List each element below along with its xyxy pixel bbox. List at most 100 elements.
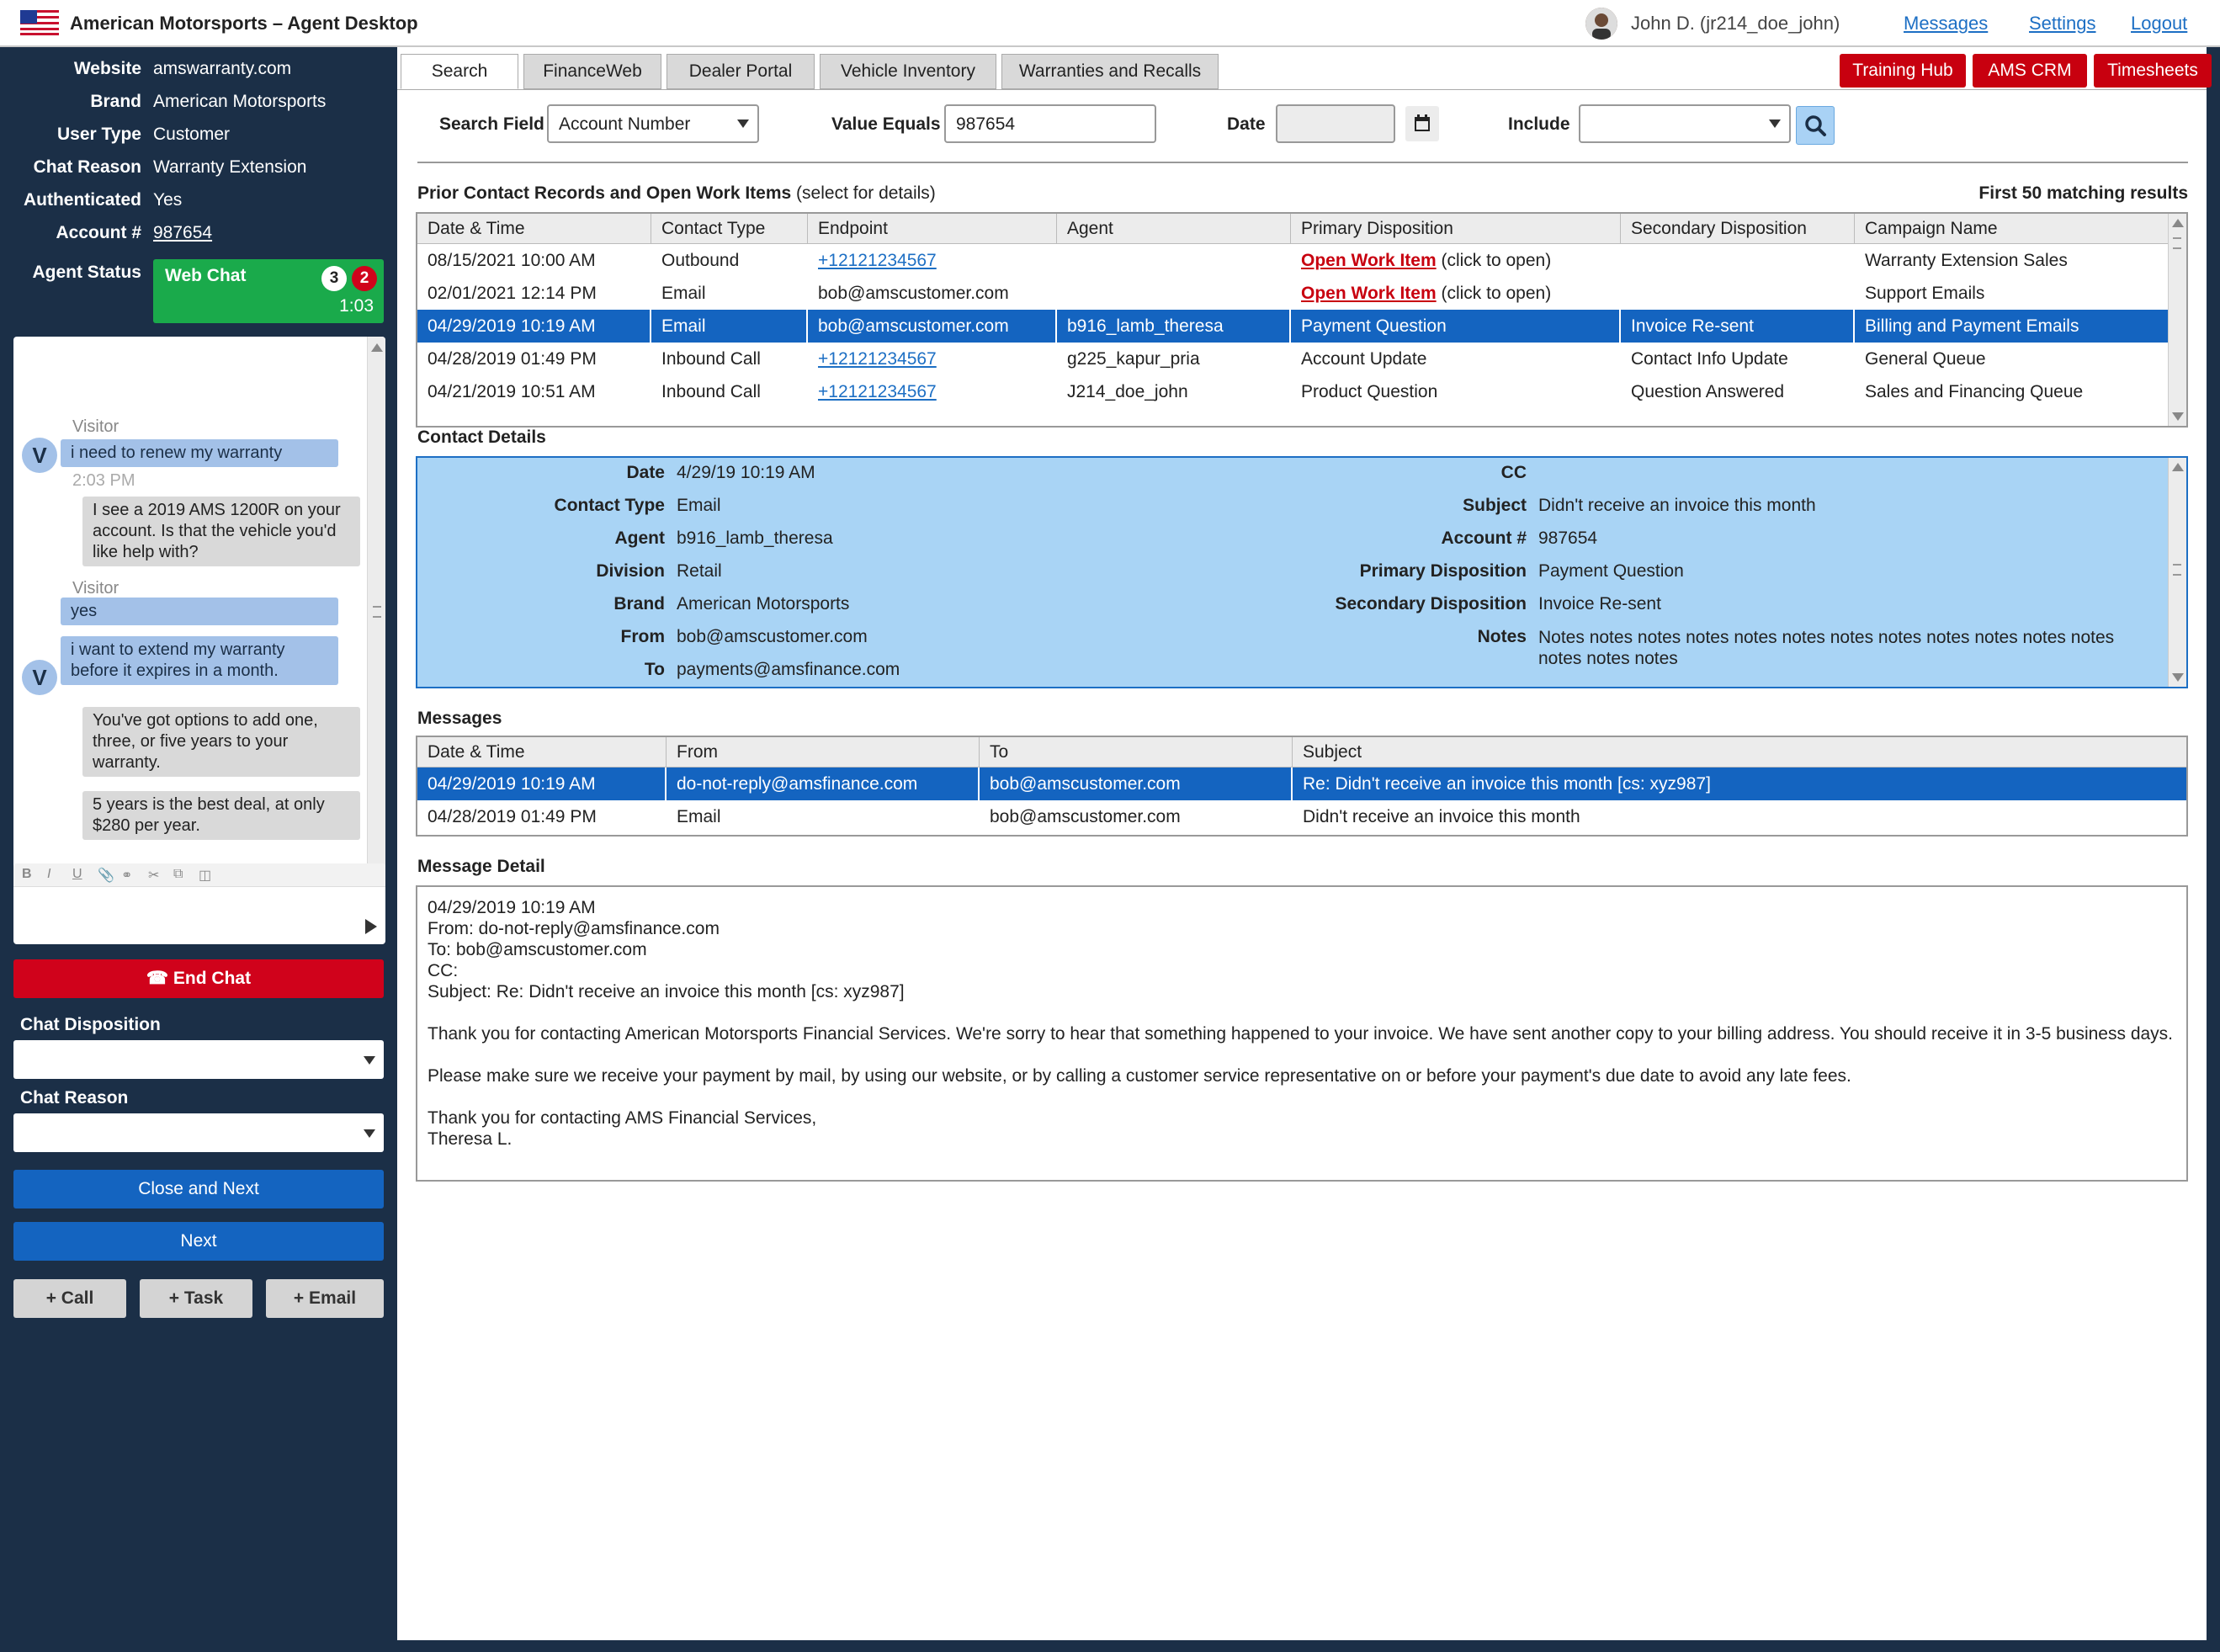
- scroll-down-icon[interactable]: [2172, 412, 2184, 421]
- campaign-cell: Warranty Extension Sales: [1865, 251, 2068, 270]
- cut-icon[interactable]: ✂: [148, 867, 159, 884]
- end-chat-button[interactable]: ☎ End Chat: [13, 959, 384, 998]
- date-input[interactable]: [1276, 104, 1395, 143]
- agent-cell: J214_doe_john: [1067, 382, 1188, 401]
- column-header[interactable]: To: [980, 737, 1293, 768]
- copy-icon[interactable]: ⧉: [173, 867, 183, 882]
- header-cc: CC:: [428, 961, 459, 980]
- chevron-down-icon: [737, 120, 749, 128]
- tab-warranties-and-recalls[interactable]: Warranties and Recalls: [1001, 54, 1219, 89]
- chevron-down-icon: [364, 1056, 375, 1065]
- records-scrollbar[interactable]: [2168, 214, 2186, 426]
- chat-scrollbar[interactable]: [367, 337, 385, 899]
- date-cell: 04/29/2019 10:19 AM: [417, 768, 667, 800]
- column-header[interactable]: Agent: [1057, 214, 1291, 244]
- tab-dealer-portal[interactable]: Dealer Portal: [667, 54, 815, 89]
- column-header[interactable]: Subject: [1293, 737, 2186, 768]
- attach-icon[interactable]: 📎: [98, 867, 114, 884]
- underline-icon[interactable]: U: [72, 867, 82, 882]
- scroll-thumb[interactable]: [373, 606, 381, 618]
- scroll-thumb[interactable]: [2173, 564, 2181, 576]
- table-row[interactable]: 04/21/2019 10:51 AM Inbound Call +121212…: [417, 375, 2168, 408]
- chat-transcript[interactable]: Visitor V i need to renew my warranty 2:…: [13, 337, 385, 899]
- paste-icon[interactable]: ◫: [199, 867, 211, 884]
- column-header[interactable]: Date & Time: [417, 737, 667, 768]
- add-email-button[interactable]: + Email: [266, 1279, 384, 1318]
- detail-label: Account #: [1441, 529, 1527, 548]
- ams-crm-button[interactable]: AMS CRM: [1973, 54, 2087, 88]
- endpoint-link[interactable]: +12121234567: [818, 382, 937, 401]
- search-button[interactable]: [1796, 106, 1835, 145]
- message-row[interactable]: 04/28/2019 01:49 PM Email bob@amscustome…: [417, 800, 2186, 833]
- send-icon[interactable]: [365, 919, 377, 934]
- scroll-down-icon[interactable]: [2172, 673, 2184, 682]
- logout-link[interactable]: Logout: [2131, 13, 2187, 35]
- date-cell: 08/15/2021 10:00 AM: [428, 251, 596, 270]
- notes-value: Notes notes notes notes notes notes note…: [1538, 628, 2115, 668]
- add-task-button[interactable]: + Task: [140, 1279, 252, 1318]
- detail-value: Didn't receive an invoice this month: [1538, 496, 1816, 515]
- open-hint: (click to open): [1441, 251, 1552, 270]
- chat-disposition-select[interactable]: [13, 1040, 384, 1079]
- column-header[interactable]: Contact Type: [651, 214, 808, 244]
- message-row-selected[interactable]: 04/29/2019 10:19 AM do-not-reply@amsfina…: [417, 768, 2186, 800]
- agent-message: 5 years is the best deal, at only $280 p…: [82, 791, 360, 840]
- messages-link[interactable]: Messages: [1904, 13, 1988, 35]
- brand-row: Brand American Motorsports: [0, 92, 397, 122]
- tab-financeweb[interactable]: FinanceWeb: [523, 54, 661, 89]
- account-link[interactable]: 987654: [153, 223, 212, 243]
- primary-disposition-cell: Payment Question: [1291, 310, 1621, 343]
- column-header[interactable]: Primary Disposition: [1291, 214, 1621, 244]
- chat-reason-select[interactable]: [13, 1113, 384, 1152]
- web-chat-status-card[interactable]: Web Chat 3 2 1:03: [153, 259, 384, 323]
- italic-icon[interactable]: I: [47, 867, 50, 882]
- scroll-up-icon[interactable]: [2172, 219, 2184, 227]
- column-header[interactable]: Secondary Disposition: [1621, 214, 1855, 244]
- chat-reason-label: Chat Reason: [33, 157, 141, 177]
- user-avatar[interactable]: [1585, 8, 1617, 40]
- timesheets-button[interactable]: Timesheets: [2094, 54, 2212, 88]
- table-row[interactable]: 02/01/2021 12:14 PM Email bob@amscustome…: [417, 277, 2168, 310]
- detail-value: Payment Question: [1538, 561, 1684, 581]
- close-and-next-button[interactable]: Close and Next: [13, 1170, 384, 1208]
- endpoint-link[interactable]: +12121234567: [818, 349, 937, 369]
- table-row[interactable]: 08/15/2021 10:00 AM Outbound +1212123456…: [417, 244, 2168, 277]
- tab-search[interactable]: Search: [401, 54, 518, 89]
- scroll-up-icon[interactable]: [2172, 463, 2184, 471]
- column-header[interactable]: Campaign Name: [1855, 214, 2168, 244]
- tab-vehicle-inventory[interactable]: Vehicle Inventory: [820, 54, 996, 89]
- calendar-button[interactable]: [1405, 106, 1439, 141]
- search-field-select[interactable]: Account Number: [547, 104, 759, 143]
- detail-label: Secondary Disposition: [1335, 594, 1527, 614]
- link-icon[interactable]: ⚭: [121, 867, 132, 884]
- search-field-value: Account Number: [559, 114, 691, 134]
- scroll-thumb[interactable]: [2173, 237, 2181, 249]
- value-equals-input[interactable]: 987654: [944, 104, 1156, 143]
- endpoint-link[interactable]: +12121234567: [818, 251, 937, 270]
- add-call-button[interactable]: + Call: [13, 1279, 126, 1318]
- scroll-up-icon[interactable]: [371, 343, 383, 352]
- chat-compose[interactable]: B I U 📎 ⚭ ✂ ⧉ ◫: [13, 863, 385, 944]
- calendar-icon: [1415, 114, 1430, 131]
- column-header[interactable]: Date & Time: [417, 214, 651, 244]
- agent-status-label: Agent Status: [32, 263, 141, 282]
- campaign-cell: General Queue: [1865, 349, 1986, 369]
- brand-value: American Motorsports: [153, 92, 327, 111]
- open-work-item-link[interactable]: Open Work Item: [1301, 251, 1437, 270]
- column-header[interactable]: Endpoint: [808, 214, 1057, 244]
- detail-value: bob@amscustomer.com: [677, 627, 868, 646]
- include-select[interactable]: [1579, 104, 1791, 143]
- open-hint: (click to open): [1441, 284, 1552, 303]
- open-work-item-link[interactable]: Open Work Item: [1301, 284, 1437, 303]
- settings-link[interactable]: Settings: [2029, 13, 2096, 35]
- endpoint-cell: bob@amscustomer.com: [818, 284, 1009, 303]
- bold-icon[interactable]: B: [22, 867, 32, 882]
- table-row[interactable]: 04/28/2019 01:49 PM Inbound Call +121212…: [417, 343, 2168, 375]
- training-hub-button[interactable]: Training Hub: [1840, 54, 1966, 88]
- next-button[interactable]: Next: [13, 1222, 384, 1261]
- details-scrollbar[interactable]: [2168, 458, 2186, 687]
- column-header[interactable]: From: [667, 737, 980, 768]
- contact-details-title: Contact Details: [417, 428, 546, 447]
- website-row: Website amswarranty.com: [0, 59, 397, 89]
- table-row-selected[interactable]: 04/29/2019 10:19 AM Email bob@amscustome…: [417, 310, 2168, 343]
